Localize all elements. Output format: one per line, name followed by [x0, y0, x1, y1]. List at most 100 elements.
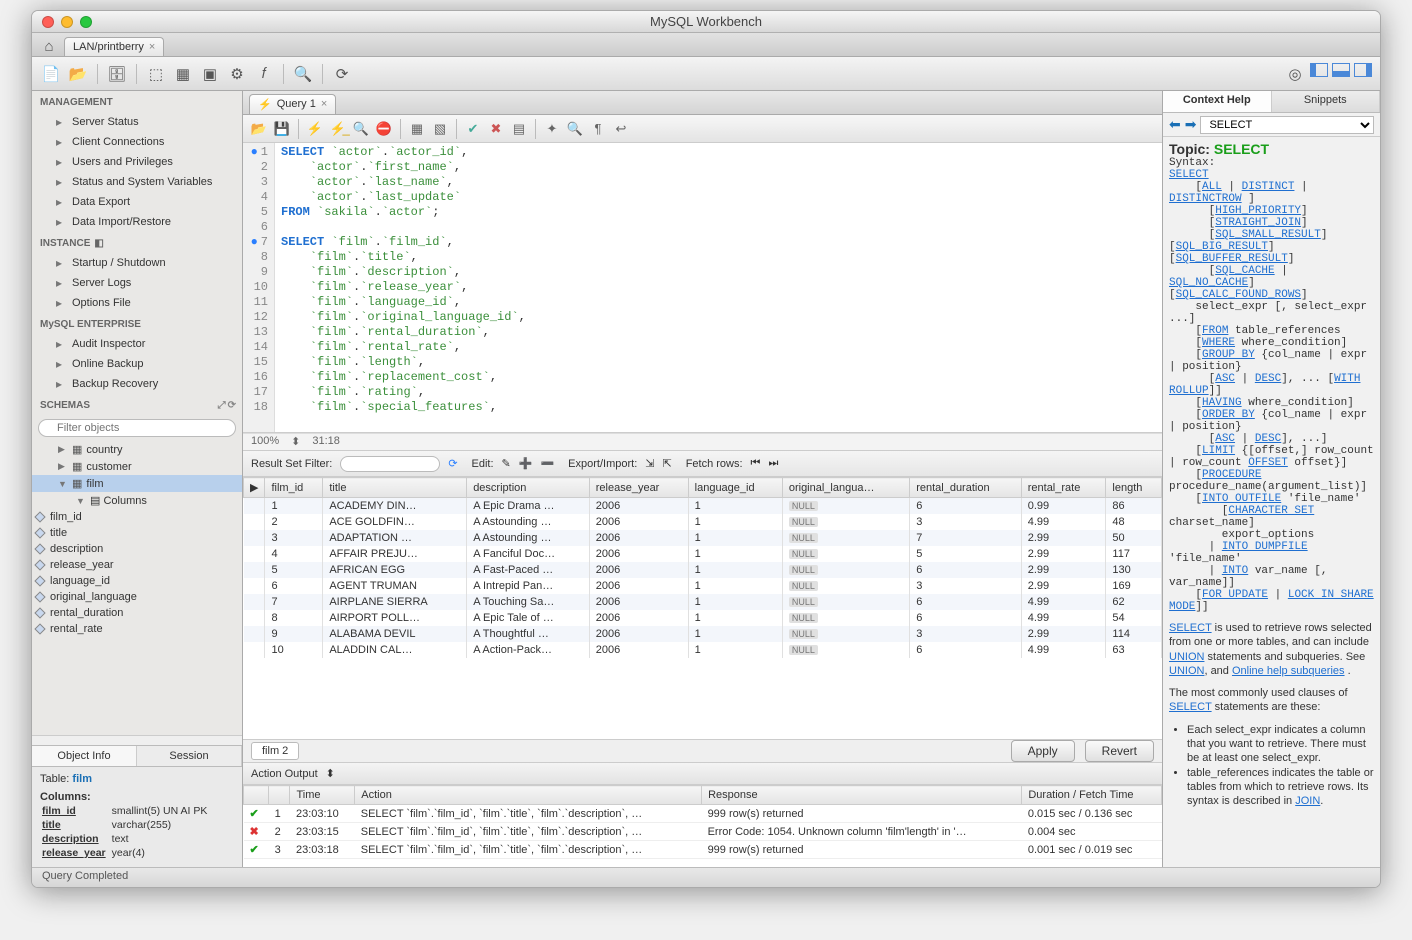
execute-cursor-icon[interactable]: ⚡̲: [328, 119, 348, 139]
instance-indicator-icon: ◧: [94, 238, 103, 249]
execute-icon[interactable]: ⚡: [305, 119, 325, 139]
tree-column[interactable]: language_id: [32, 573, 242, 589]
export-icon[interactable]: ⇲: [645, 457, 654, 470]
enterprise-header: MySQL ENTERPRISE: [32, 313, 242, 334]
schema-filter[interactable]: [38, 419, 236, 437]
home-icon[interactable]: ⌂: [38, 36, 60, 56]
tree-column[interactable]: rental_rate: [32, 621, 242, 637]
tree-column[interactable]: original_language: [32, 589, 242, 605]
reconnect-icon[interactable]: ⟳: [331, 63, 353, 85]
edit-row-icon[interactable]: ✎: [502, 457, 511, 470]
result-tab-film2[interactable]: film 2: [251, 742, 299, 760]
help-forward-icon[interactable]: ➡: [1185, 116, 1197, 133]
tree-columns-header[interactable]: ▼▤ Columns: [32, 492, 242, 509]
query-tab[interactable]: ⚡ Query 1 ×: [249, 94, 336, 114]
item-icon: ▸: [52, 276, 66, 290]
table-icon[interactable]: ▦: [172, 63, 194, 85]
sidebar-item[interactable]: ▸Status and System Variables: [32, 172, 242, 192]
schema-icon[interactable]: ⬚: [145, 63, 167, 85]
open-file-icon[interactable]: 📂: [249, 119, 269, 139]
sidebar-item[interactable]: ▸Audit Inspector: [32, 334, 242, 354]
limit-rows-icon[interactable]: ▤: [509, 119, 529, 139]
sidebar-item[interactable]: ▸Online Backup: [32, 354, 242, 374]
tree-column[interactable]: description: [32, 541, 242, 557]
invisible-chars-icon[interactable]: ¶: [588, 119, 608, 139]
fetch-next-icon[interactable]: ⏭: [768, 457, 778, 470]
filter-objects-input[interactable]: [38, 419, 236, 437]
sidebar-item[interactable]: ▸Options File: [32, 293, 242, 313]
apply-button[interactable]: Apply: [1011, 740, 1075, 762]
help-topic-select[interactable]: SELECT: [1200, 116, 1374, 134]
session-tab[interactable]: Session: [137, 746, 242, 766]
beautify-icon[interactable]: ✦: [542, 119, 562, 139]
word-wrap-icon[interactable]: ↩: [611, 119, 631, 139]
toggle-left-panel-icon[interactable]: [1310, 63, 1328, 77]
sidebar-item[interactable]: ▸Data Import/Restore: [32, 212, 242, 232]
sidebar-item[interactable]: ▸Data Export: [32, 192, 242, 212]
management-header: MANAGEMENT: [32, 91, 242, 112]
tree-column[interactable]: rental_duration: [32, 605, 242, 621]
result-filter-input[interactable]: [340, 456, 440, 472]
search-icon[interactable]: 🔍: [292, 63, 314, 85]
item-icon: ▸: [52, 195, 66, 209]
save-file-icon[interactable]: 💾: [272, 119, 292, 139]
action-output[interactable]: TimeActionResponseDuration / Fetch Time✔…: [243, 785, 1162, 867]
sidebar-item[interactable]: ▸Server Logs: [32, 273, 242, 293]
tree-column[interactable]: title: [32, 525, 242, 541]
sidebar-item[interactable]: ▸Backup Recovery: [32, 374, 242, 394]
toggle-bottom-panel-icon[interactable]: [1332, 63, 1350, 77]
fetch-prev-icon[interactable]: ⏮: [751, 457, 761, 470]
zoom-window-icon[interactable]: [80, 16, 92, 28]
rollback-icon[interactable]: ▧: [430, 119, 450, 139]
result-tabs: film 2 Apply Revert: [243, 739, 1162, 763]
tree-table[interactable]: ▶▦ customer: [32, 458, 242, 475]
commit-icon[interactable]: ▦: [407, 119, 427, 139]
connection-tab[interactable]: LAN/printberry ×: [64, 37, 164, 56]
proc-icon[interactable]: ⚙: [226, 63, 248, 85]
minimize-window-icon[interactable]: [61, 16, 73, 28]
import-icon[interactable]: ⇱: [662, 457, 671, 470]
view-icon[interactable]: ▣: [199, 63, 221, 85]
expand-icon[interactable]: ⤢: [218, 400, 226, 411]
autocommit-on-icon[interactable]: ✔: [463, 119, 483, 139]
stop-icon[interactable]: ⛔: [374, 119, 394, 139]
explain-icon[interactable]: 🔍: [351, 119, 371, 139]
delete-row-icon[interactable]: ➖: [540, 457, 554, 470]
new-sql-icon[interactable]: 📄: [40, 63, 62, 85]
window-title: MySQL Workbench: [32, 14, 1380, 29]
settings-icon[interactable]: ◎: [1284, 63, 1306, 85]
result-grid[interactable]: ▶film_idtitledescriptionrelease_yearlang…: [243, 477, 1162, 739]
revert-button[interactable]: Revert: [1085, 740, 1154, 762]
object-info-tab[interactable]: Object Info: [32, 746, 137, 766]
main-toolbar: 📄 📂 🗄 ⬚ ▦ ▣ ⚙ 𝑓 🔍 ⟳ ◎: [32, 57, 1380, 91]
sidebar-item[interactable]: ▸Server Status: [32, 112, 242, 132]
snippets-tab[interactable]: Snippets: [1272, 91, 1381, 112]
sidebar-item[interactable]: ▸Startup / Shutdown: [32, 253, 242, 273]
tree-column[interactable]: film_id: [32, 509, 242, 525]
help-back-icon[interactable]: ⬅: [1169, 116, 1181, 133]
item-icon: ▸: [52, 215, 66, 229]
close-window-icon[interactable]: [42, 16, 54, 28]
editor-status: 100% ⬍ 31:18: [243, 433, 1162, 451]
db-icon[interactable]: 🗄: [106, 63, 128, 85]
tree-table[interactable]: ▼▦ film: [32, 475, 242, 492]
close-query-tab-icon[interactable]: ×: [321, 98, 327, 111]
func-icon[interactable]: 𝑓: [253, 63, 275, 85]
context-help-tab[interactable]: Context Help: [1163, 91, 1272, 112]
find-icon[interactable]: 🔍: [565, 119, 585, 139]
sql-editor[interactable]: ●123456●789101112131415161718 SELECT `ac…: [243, 143, 1162, 433]
tree-table[interactable]: ▶▦ country: [32, 441, 242, 458]
refresh-icon[interactable]: ⟳: [228, 400, 236, 411]
schema-tree[interactable]: ▶▦ country▶▦ customer▼▦ film▼▤ Columns f…: [32, 441, 242, 735]
autocommit-off-icon[interactable]: ✖: [486, 119, 506, 139]
close-tab-icon[interactable]: ×: [149, 41, 155, 53]
open-sql-icon[interactable]: 📂: [67, 63, 89, 85]
tree-column[interactable]: release_year: [32, 557, 242, 573]
sidebar-item[interactable]: ▸Client Connections: [32, 132, 242, 152]
refresh-result-icon[interactable]: ⟳: [448, 457, 457, 470]
sidebar-item[interactable]: ▸Users and Privileges: [32, 152, 242, 172]
item-icon: ▸: [52, 296, 66, 310]
sql-toolbar: 📂 💾 ⚡ ⚡̲ 🔍 ⛔ ▦ ▧ ✔ ✖ ▤ ✦ 🔍 ¶ ↩: [243, 115, 1162, 143]
toggle-right-panel-icon[interactable]: [1354, 63, 1372, 77]
add-row-icon[interactable]: ➕: [519, 457, 533, 470]
